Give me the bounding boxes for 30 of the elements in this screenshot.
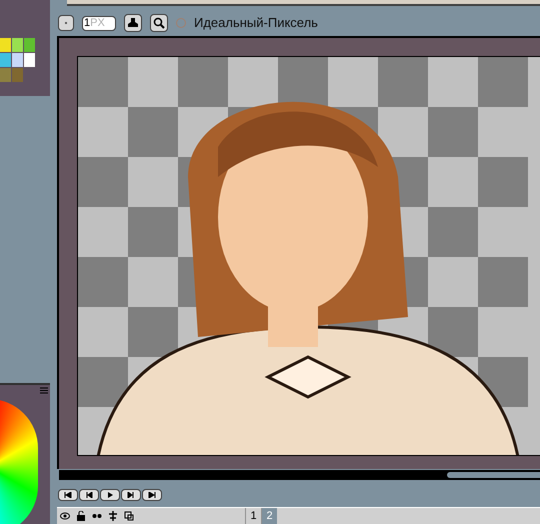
scrollbar-thumb[interactable] [447, 472, 540, 478]
skip-back-icon [85, 492, 93, 498]
palette-swatch[interactable] [24, 53, 35, 67]
first-frame-button[interactable] [58, 489, 78, 501]
horizontal-scrollbar[interactable] [59, 470, 540, 480]
palette-swatch[interactable] [0, 38, 11, 52]
prev-frame-button[interactable] [79, 489, 99, 501]
skip-forward-icon [148, 492, 156, 498]
lock-icon[interactable] [74, 509, 88, 523]
skip-back-icon [64, 492, 72, 498]
last-frame-button[interactable] [142, 489, 162, 501]
brush-size-field[interactable]: 1PX [82, 16, 116, 30]
palette-swatch[interactable] [12, 53, 23, 67]
dot-button[interactable] [58, 15, 74, 31]
palette-swatch[interactable] [0, 53, 11, 67]
play-icon [106, 492, 114, 498]
play-button[interactable] [100, 489, 120, 501]
squares-icon[interactable] [122, 509, 136, 523]
next-frame-button[interactable] [121, 489, 141, 501]
palette-swatch[interactable] [24, 38, 35, 52]
menu-icon[interactable] [40, 387, 48, 394]
palette-swatch[interactable] [12, 38, 23, 52]
hierarchy-icon[interactable] [106, 509, 120, 523]
palette-swatch[interactable] [12, 68, 23, 82]
search-icon[interactable] [150, 14, 168, 32]
perfect-pixel-checkbox[interactable] [176, 18, 186, 28]
palette-swatch[interactable] [0, 68, 11, 82]
perfect-pixel-label: Идеальный-Пиксель [194, 14, 318, 32]
skip-forward-icon [127, 492, 135, 498]
stamp-icon[interactable] [124, 14, 142, 32]
